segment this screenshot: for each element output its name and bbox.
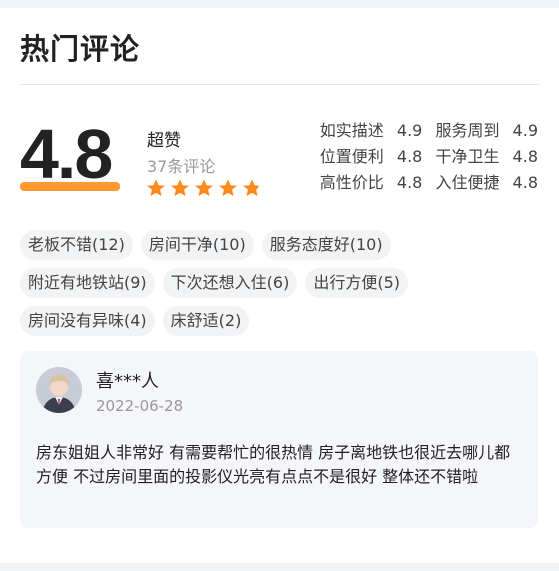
section-title: 热门评论 <box>20 32 141 66</box>
tag-row: 附近有地铁站(9) 下次还想入住(6) 出行方便(5) <box>20 268 540 298</box>
rating-label: 超赞 <box>147 131 181 151</box>
hot-reviews-card: 热门评论 4.8 超赞 37条评论 如实描述 4.9 服务周到 4.9 位置便利… <box>0 8 559 563</box>
divider <box>20 84 539 85</box>
review-card[interactable]: 喜***人 2022-06-28 房东姐姐人非常好 有需要帮忙的很热情 房子离地… <box>20 351 538 528</box>
review-count[interactable]: 37条评论 <box>147 153 215 177</box>
review-tag[interactable]: 老板不错(12) <box>20 230 133 260</box>
star-icon <box>170 178 190 198</box>
tag-row: 老板不错(12) 房间干净(10) 服务态度好(10) <box>20 230 540 260</box>
user-avatar-icon <box>36 367 82 413</box>
star-icon <box>218 178 238 198</box>
review-tag[interactable]: 房间没有异味(4) <box>20 306 155 336</box>
review-text: 房东姐姐人非常好 有需要帮忙的很热情 房子离地铁也很近去哪儿都方便 不过房间里面… <box>36 443 511 486</box>
review-tag[interactable]: 下次还想入住(6) <box>162 268 298 298</box>
metric-row: 如实描述 4.9 服务周到 4.9 <box>320 119 538 143</box>
review-tags: 老板不错(12) 房间干净(10) 服务态度好(10) 附近有地铁站(9) 下次… <box>20 230 540 344</box>
metric-item: 位置便利 4.8 <box>319 147 423 166</box>
review-tag[interactable]: 出行方便(5) <box>305 268 409 298</box>
metric-scores: 如实描述 4.9 服务周到 4.9 位置便利 4.8 干净卫生 4.8 高性价比… <box>320 119 538 197</box>
metric-item: 干净卫生 4.8 <box>435 147 538 166</box>
score-value: 4.8 <box>20 115 113 193</box>
metric-row: 位置便利 4.8 干净卫生 4.8 <box>320 145 538 169</box>
star-icon <box>194 178 214 198</box>
reviewer-name: 喜***人 <box>96 371 159 392</box>
review-tag[interactable]: 附近有地铁站(9) <box>20 268 155 298</box>
metric-item: 如实描述 4.9 <box>319 121 423 140</box>
star-icon <box>146 178 166 198</box>
star-icon <box>242 178 262 198</box>
overall-score: 4.8 <box>20 115 124 198</box>
review-date: 2022-06-28 <box>96 397 184 415</box>
review-tag[interactable]: 服务态度好(10) <box>261 230 391 260</box>
star-rating <box>146 178 262 200</box>
review-tag[interactable]: 床舒适(2) <box>162 306 250 336</box>
metric-item: 服务周到 4.9 <box>435 121 538 140</box>
metric-row: 高性价比 4.8 入住便捷 4.8 <box>320 171 538 195</box>
tag-row: 房间没有异味(4) 床舒适(2) <box>20 306 540 336</box>
avatar[interactable] <box>36 367 82 413</box>
metric-item: 高性价比 4.8 <box>319 173 423 192</box>
review-tag[interactable]: 房间干净(10) <box>140 230 254 260</box>
metric-item: 入住便捷 4.8 <box>435 173 538 192</box>
